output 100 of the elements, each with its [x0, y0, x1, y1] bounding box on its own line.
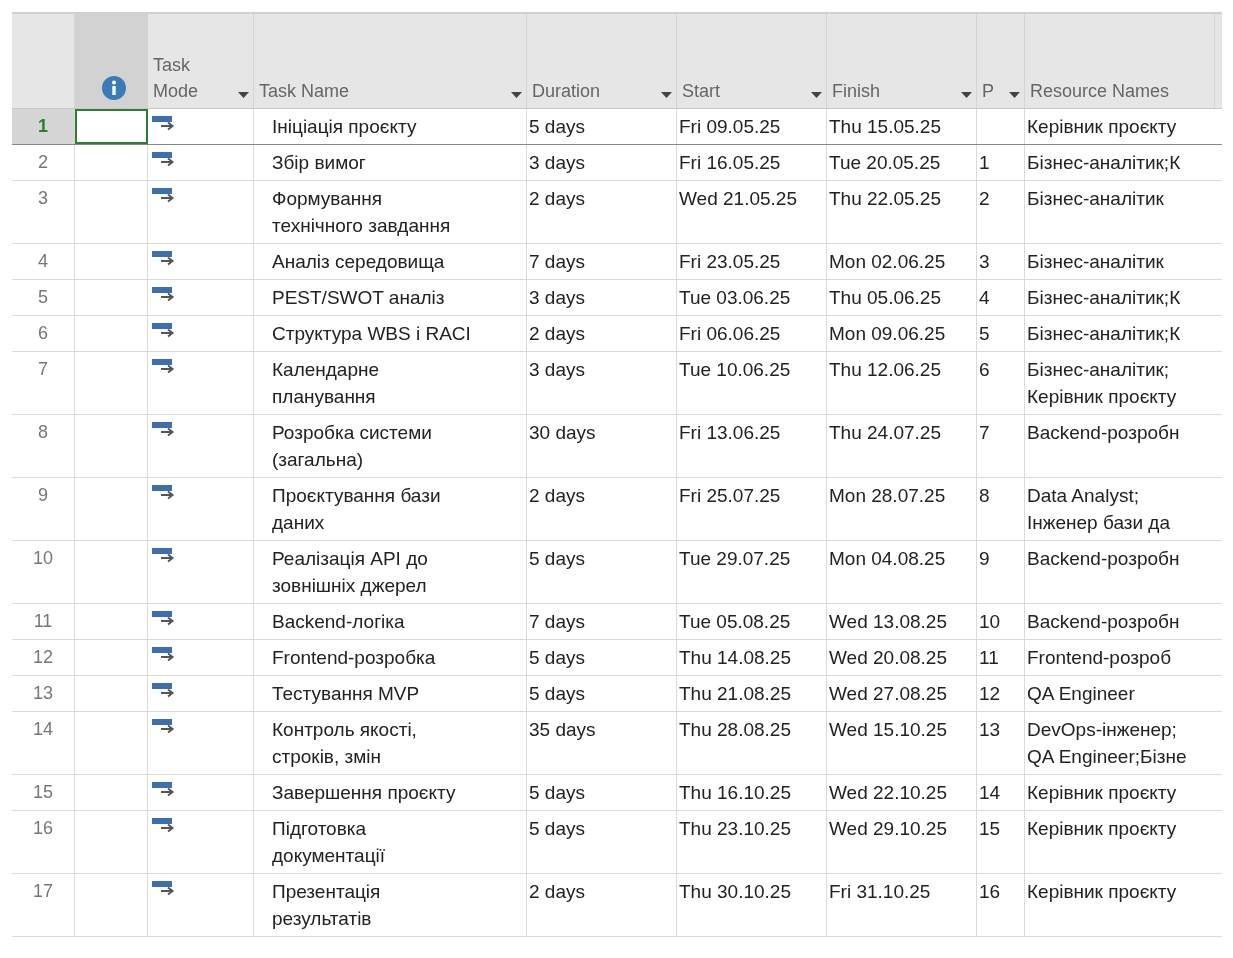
table-cell-text: Бізнес-аналітик;К	[1026, 286, 1182, 310]
table-cell-text: Data Analyst; Інженер бази да	[1026, 484, 1171, 535]
table-cell: 10	[977, 604, 1025, 639]
row-number[interactable]: 9	[12, 478, 75, 540]
table-cell: Tue 10.06.25	[677, 352, 827, 414]
table-cell: 3 days	[527, 352, 677, 414]
table-cell: Контроль якості, строків, змін	[254, 712, 527, 774]
table-cell-text: Frontend-розроб	[1026, 646, 1173, 670]
active-cell[interactable]	[75, 109, 148, 144]
row-number[interactable]: 12	[12, 640, 75, 675]
table-cell: Розробка системи (загальна)	[254, 415, 527, 477]
table-cell: PEST/SWOT аналіз	[254, 280, 527, 315]
table-cell: Тестування MVP	[254, 676, 527, 711]
table-cell: Mon 28.07.25	[827, 478, 977, 540]
table-cell: Fri 25.07.25	[677, 478, 827, 540]
table-cell: Wed 27.08.25	[827, 676, 977, 711]
table-cell: 5 days	[527, 640, 677, 675]
table-cell: 2 days	[527, 181, 677, 243]
table-cell-text: Керівник проєкту	[1026, 781, 1178, 805]
table-cell: 7	[977, 415, 1025, 477]
row-number[interactable]: 7	[12, 352, 75, 414]
table-cell-text: Бізнес-аналітик;К	[1026, 322, 1182, 346]
row-number[interactable]: 6	[12, 316, 75, 351]
row-number[interactable]: 2	[12, 145, 75, 180]
table-cell: Thu 28.08.25	[677, 712, 827, 774]
table-cell-text: DevOps-інженер; QA Engineer;Бізне	[1026, 718, 1188, 769]
table-cell: Календарне планування	[254, 352, 527, 414]
row-number[interactable]: 10	[12, 541, 75, 603]
table-cell: Структура WBS і RACI	[254, 316, 527, 351]
table-cell: 30 days	[527, 415, 677, 477]
table-cell: 7 days	[527, 244, 677, 279]
row-number[interactable]: 4	[12, 244, 75, 279]
table-cell: 15	[977, 811, 1025, 873]
table-cell-text: Backend-розробн	[1026, 421, 1181, 445]
dropdown-arrow-icon	[511, 92, 522, 98]
table-cell: Wed 15.10.25	[827, 712, 977, 774]
row-number[interactable]: 3	[12, 181, 75, 243]
table-cell: Mon 02.06.25	[827, 244, 977, 279]
row-number[interactable]: 16	[12, 811, 75, 873]
table-cell: Формування технічного завдання	[254, 181, 527, 243]
table-cell-text: Бізнес-аналітик	[1026, 187, 1165, 211]
table-cell: Tue 20.05.25	[827, 145, 977, 180]
dropdown-arrow-icon	[1009, 92, 1020, 98]
table-cell: Mon 09.06.25	[827, 316, 977, 351]
table-cell: Wed 29.10.25	[827, 811, 977, 873]
table-cell: 12	[977, 676, 1025, 711]
table-cell: Wed 13.08.25	[827, 604, 977, 639]
table-cell: Аналіз середовища	[254, 244, 527, 279]
table-cell: 4	[977, 280, 1025, 315]
info-icon	[101, 76, 126, 100]
row-number[interactable]: 13	[12, 676, 75, 711]
column-header[interactable]: Task Name	[254, 14, 527, 108]
table-cell-text: Керівник проєкту	[1026, 115, 1178, 139]
column-header[interactable]: Finish	[827, 14, 977, 108]
table-cell: 2 days	[527, 478, 677, 540]
table-cell: 5 days	[527, 676, 677, 711]
dropdown-arrow-icon	[238, 92, 249, 98]
table-cell: 9	[977, 541, 1025, 603]
table-cell: 2 days	[527, 316, 677, 351]
table-cell: Thu 24.07.25	[827, 415, 977, 477]
table-cell: 8	[977, 478, 1025, 540]
table-cell: 3 days	[527, 280, 677, 315]
column-header[interactable]: Task Mode	[148, 14, 254, 108]
table-cell: Thu 15.05.25	[827, 109, 977, 144]
table-cell-text: Backend-розробн	[1026, 547, 1181, 571]
table-cell: 5 days	[527, 811, 677, 873]
table-cell: 5 days	[527, 775, 677, 810]
table-cell: 3	[977, 244, 1025, 279]
column-header[interactable]: Resource Names	[1025, 14, 1215, 108]
row-number[interactable]: 11	[12, 604, 75, 639]
table-cell: Thu 30.10.25	[677, 874, 827, 936]
table-cell: Frontend-розробка	[254, 640, 527, 675]
row-number[interactable]: 1	[12, 109, 75, 144]
column-header[interactable]: Start	[677, 14, 827, 108]
table-cell: Thu 12.06.25	[827, 352, 977, 414]
table-cell: 5 days	[527, 109, 677, 144]
table-cell: 13	[977, 712, 1025, 774]
table-cell: 5	[977, 316, 1025, 351]
column-header[interactable]: P	[977, 14, 1025, 108]
table-cell: Wed 20.08.25	[827, 640, 977, 675]
table-cell: Fri 13.06.25	[677, 415, 827, 477]
row-number[interactable]: 14	[12, 712, 75, 774]
table-cell-text: Бізнес-аналітик;К	[1026, 151, 1182, 175]
table-cell: Mon 04.08.25	[827, 541, 977, 603]
dropdown-arrow-icon	[661, 92, 672, 98]
row-number[interactable]: 5	[12, 280, 75, 315]
table-cell: 7 days	[527, 604, 677, 639]
table-cell: Thu 21.08.25	[677, 676, 827, 711]
table-cell: Проєктування бази даних	[254, 478, 527, 540]
row-number[interactable]: 17	[12, 874, 75, 936]
table-cell: Підготовка документації	[254, 811, 527, 873]
table-cell: Fri 09.05.25	[677, 109, 827, 144]
row-number[interactable]: 8	[12, 415, 75, 477]
row-number[interactable]: 15	[12, 775, 75, 810]
column-header[interactable]: Duration	[527, 14, 677, 108]
table-cell-text: Бізнес-аналітик	[1026, 250, 1165, 274]
table-cell-text: QA Engineer	[1026, 682, 1136, 706]
table-cell: Tue 05.08.25	[677, 604, 827, 639]
table-cell: 5 days	[527, 541, 677, 603]
table-cell: Thu 23.10.25	[677, 811, 827, 873]
